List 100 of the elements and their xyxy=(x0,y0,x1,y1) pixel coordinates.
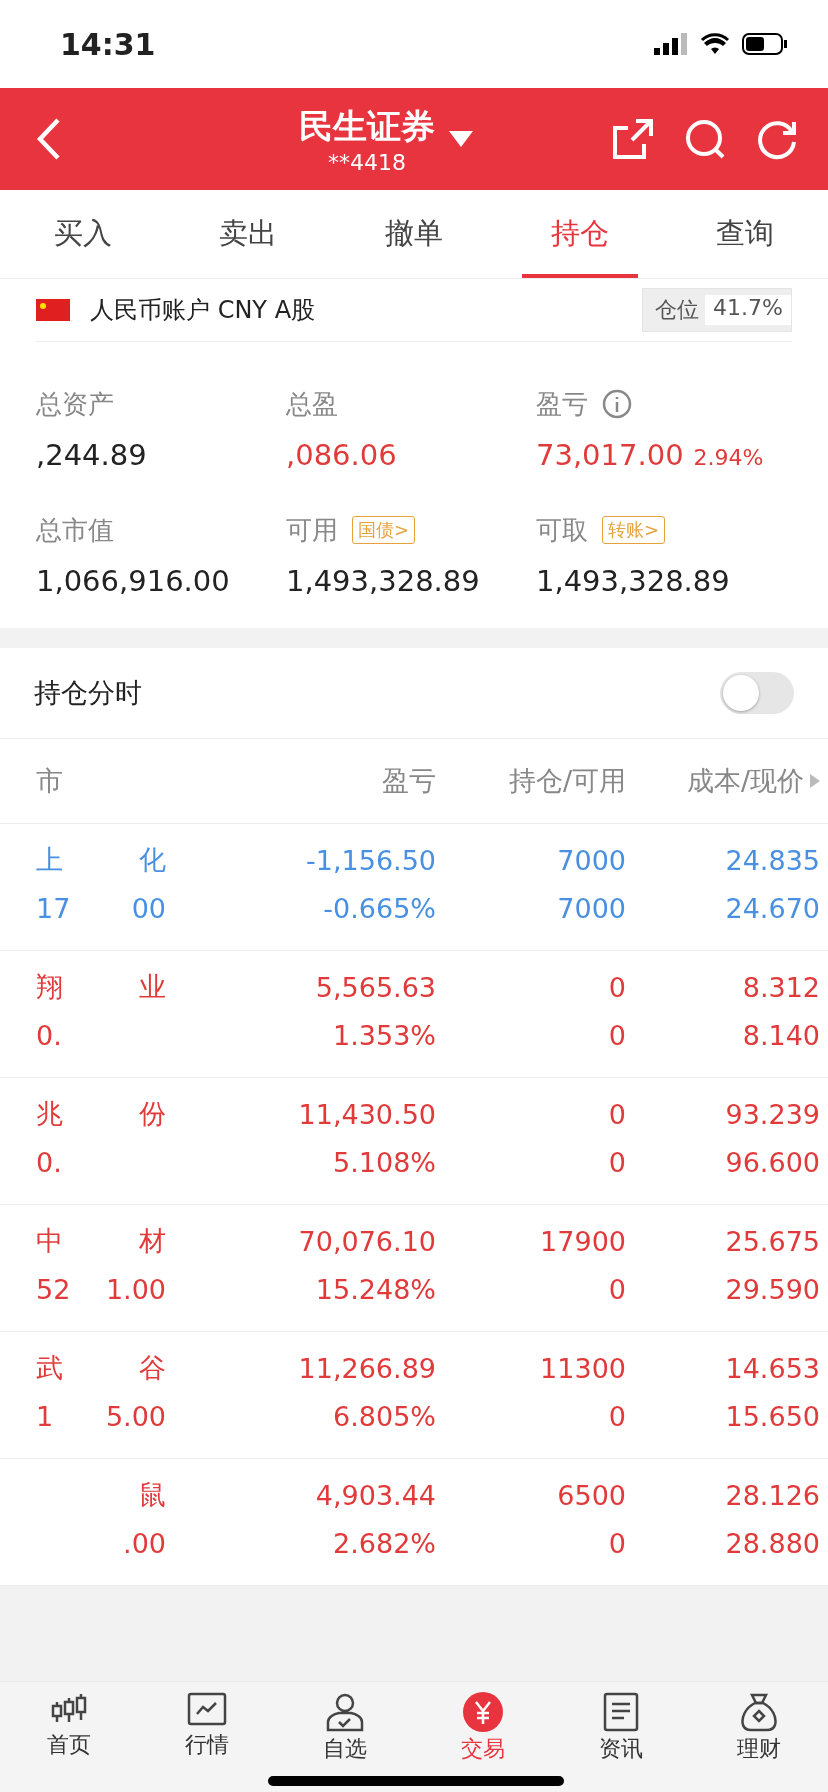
holding-qty: 7000 xyxy=(556,844,626,876)
summary-value: ,244.89 xyxy=(36,438,147,472)
profit-loss-percent: 1.353% xyxy=(332,1019,436,1051)
status-time: 14:31 xyxy=(60,26,156,62)
trade-tab[interactable]: 买入 xyxy=(0,190,166,278)
market-value: 1 xyxy=(36,1400,54,1432)
share-icon[interactable] xyxy=(612,118,654,160)
market-value: 00 xyxy=(131,892,166,924)
position-badge: 仓位 41.7% xyxy=(642,288,792,332)
stock-name: 业 xyxy=(139,970,166,1004)
profit-loss-percent: -0.665% xyxy=(322,892,436,924)
fund-label: 可取 xyxy=(536,513,588,547)
stock-name: 化 xyxy=(139,843,166,877)
nav-tab[interactable]: 首页 xyxy=(0,1682,138,1792)
available-qty: 0 xyxy=(607,1527,626,1559)
current-price: 8.140 xyxy=(741,1019,820,1051)
available-qty: 0 xyxy=(607,1273,626,1305)
holding-row[interactable]: 中 材 70,076.10 17900 25.675 52 1.00 15.248% 0 29.590 xyxy=(0,1205,828,1332)
holding-row[interactable]: 武 谷 11,266.89 11300 14.653 1 5.00 6.805% 0 15.650 xyxy=(0,1332,828,1459)
search-icon[interactable] xyxy=(684,118,726,160)
summary-percent: 2.94% xyxy=(693,445,764,470)
refresh-icon[interactable] xyxy=(756,118,798,160)
cost-price: 28.126 xyxy=(724,1479,820,1511)
stock-name: 中 xyxy=(36,1224,63,1258)
summary-label: 总资产 xyxy=(36,387,114,421)
money-bag-icon xyxy=(739,1692,779,1732)
summary-label: 盈亏 xyxy=(536,387,588,421)
profit-loss: 5,565.63 xyxy=(314,971,436,1003)
current-price: 96.600 xyxy=(724,1146,820,1178)
trade-tab[interactable]: 撤单 xyxy=(331,190,497,278)
fund-tag[interactable]: 转账> xyxy=(602,516,666,544)
nav-tab[interactable]: 资讯 xyxy=(552,1682,690,1792)
info-icon[interactable] xyxy=(602,389,632,419)
stock-name: 武 xyxy=(36,1351,63,1385)
profit-loss: 70,076.10 xyxy=(297,1225,436,1257)
holding-qty: 11300 xyxy=(539,1352,626,1384)
available-qty: 0 xyxy=(607,1400,626,1432)
column-header[interactable]: 成本/现价 xyxy=(686,763,804,799)
trade-tab[interactable]: 持仓 xyxy=(496,190,663,278)
document-icon xyxy=(603,1692,639,1732)
holding-row[interactable]: 翔 业 5,565.63 0 8.312 0. 1.353% 0 8.140 xyxy=(0,951,828,1078)
holding-qty: 0 xyxy=(607,971,626,1003)
profit-loss: 4,903.44 xyxy=(314,1479,436,1511)
flag-icon xyxy=(36,299,70,321)
column-header[interactable]: 持仓/可用 xyxy=(436,763,626,799)
intraday-toggle[interactable] xyxy=(720,672,794,714)
nav-tab[interactable]: 自选 xyxy=(276,1682,414,1792)
cost-price: 14.653 xyxy=(724,1352,820,1384)
cost-price: 8.312 xyxy=(741,971,820,1003)
cost-price: 25.675 xyxy=(724,1225,820,1257)
broker-title[interactable]: 民生证券 xyxy=(299,103,435,150)
current-price: 29.590 xyxy=(724,1273,820,1305)
available-qty: 0 xyxy=(607,1146,626,1178)
nav-tab[interactable]: 理财 xyxy=(690,1682,828,1792)
chart-icon xyxy=(187,1692,227,1728)
market-value: 1.00 xyxy=(105,1273,166,1305)
stock-name: 材 xyxy=(139,1224,166,1258)
trade-tab[interactable]: 卖出 xyxy=(165,190,332,278)
nav-tab[interactable]: 交易 xyxy=(414,1682,552,1792)
current-price: 24.670 xyxy=(724,892,820,924)
current-price: 28.880 xyxy=(724,1527,820,1559)
column-header[interactable]: 市 xyxy=(36,763,256,799)
stock-name: 翔 xyxy=(36,970,63,1004)
summary-value: ,086.06 xyxy=(286,438,397,472)
wifi-icon xyxy=(700,33,730,55)
holding-row[interactable]: 上 化 -1,156.50 7000 24.835 17 00 -0.665% 7000 24.670 xyxy=(0,824,828,951)
intraday-label: 持仓分时 xyxy=(34,676,142,710)
nav-tab[interactable]: 行情 xyxy=(138,1682,276,1792)
holding-qty: 0 xyxy=(607,1098,626,1130)
summary-label: 总盈 xyxy=(286,387,338,421)
profit-loss-percent: 2.682% xyxy=(332,1527,436,1559)
fund-value: 1,493,328.89 xyxy=(536,564,730,598)
holding-row[interactable]: 鼠 4,903.44 6500 28.126 .00 2.682% 0 28.880 xyxy=(0,1459,828,1586)
market-value: 5.00 xyxy=(105,1400,166,1432)
fund-value: 1,066,916.00 xyxy=(36,564,230,598)
holding-qty: 17900 xyxy=(539,1225,626,1257)
profit-loss: 11,266.89 xyxy=(297,1352,436,1384)
cost-price: 24.835 xyxy=(724,844,820,876)
stock-name: 兆 xyxy=(36,1097,63,1131)
signal-icon xyxy=(654,33,688,55)
column-header[interactable]: 盈亏 xyxy=(256,763,436,799)
cost-price: 93.239 xyxy=(724,1098,820,1130)
person-check-icon xyxy=(325,1692,365,1732)
dropdown-caret-icon[interactable] xyxy=(449,131,473,147)
account-type: 人民币账户 CNY A股 xyxy=(90,295,317,326)
fund-label: 可用 xyxy=(286,513,338,547)
fund-label: 总市值 xyxy=(36,513,114,547)
current-price: 15.650 xyxy=(724,1400,820,1432)
market-value: 0. xyxy=(36,1019,62,1051)
stock-name: 鼠 xyxy=(139,1478,166,1512)
profit-loss: 11,430.50 xyxy=(297,1098,436,1130)
available-qty: 0 xyxy=(607,1019,626,1051)
market-value: 17 xyxy=(36,892,71,924)
battery-icon xyxy=(742,33,788,55)
yen-icon xyxy=(463,1692,503,1732)
trade-tab[interactable]: 查询 xyxy=(662,190,828,278)
account-number: **4418 xyxy=(328,149,406,175)
market-value: 0. xyxy=(36,1146,62,1178)
holding-row[interactable]: 兆 份 11,430.50 0 93.239 0. 5.108% 0 96.600 xyxy=(0,1078,828,1205)
fund-tag[interactable]: 国债> xyxy=(352,516,416,544)
